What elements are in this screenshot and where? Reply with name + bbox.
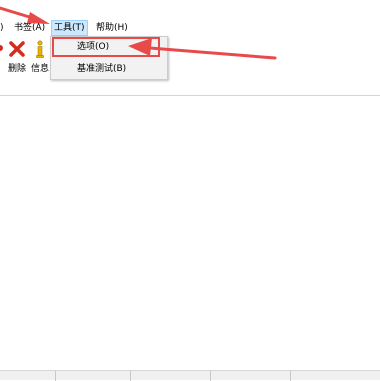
arrow-to-tools-menu xyxy=(0,6,50,24)
arrow-to-options-item xyxy=(128,38,277,60)
annotation-arrows xyxy=(0,6,277,60)
